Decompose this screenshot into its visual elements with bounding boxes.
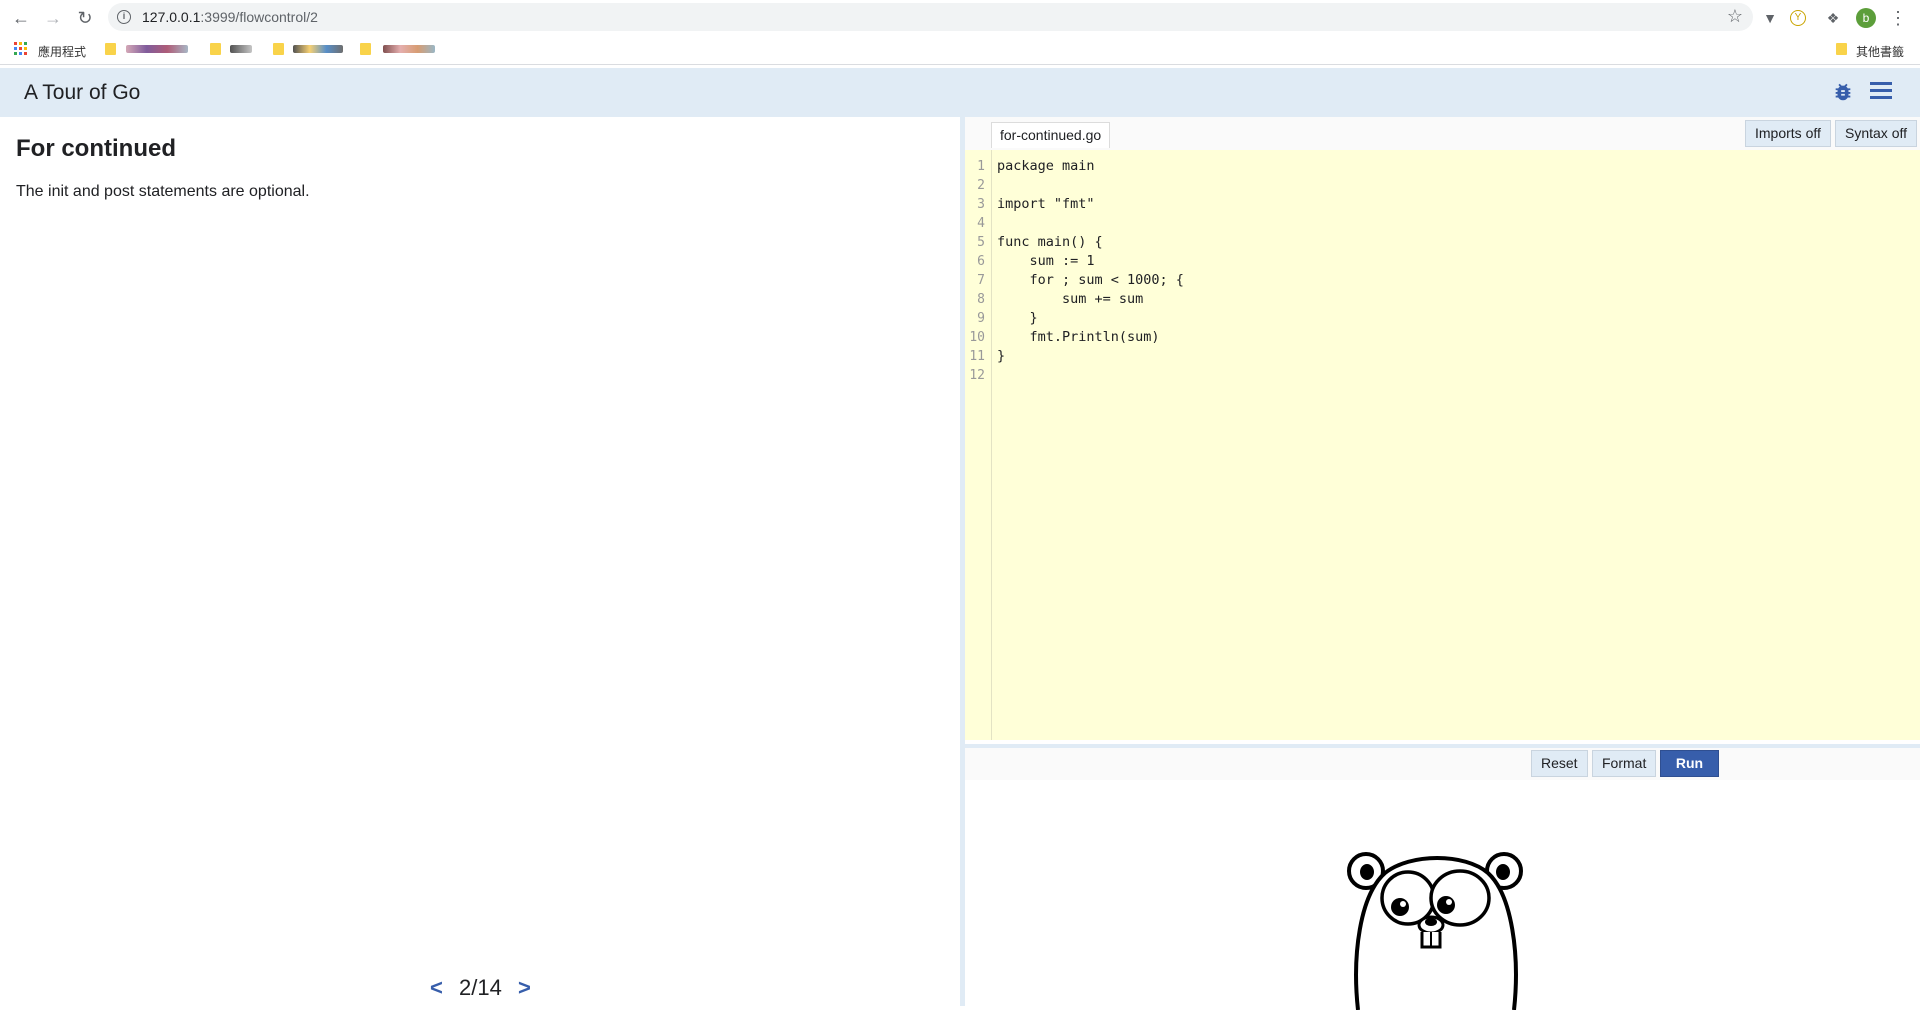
bookmark-folder-icon[interactable] [105, 43, 116, 55]
forward-icon[interactable]: → [41, 6, 65, 30]
line-number: 6 [977, 254, 985, 269]
file-bar: for-continued.go Imports off Syntax off [965, 117, 1920, 150]
format-button[interactable]: Format [1592, 750, 1657, 777]
line-number: 1 [977, 159, 985, 174]
prev-page-button[interactable]: < [430, 975, 443, 1000]
lesson-panel: For continued The init and post statemen… [0, 117, 960, 1006]
profile-avatar[interactable]: b [1856, 8, 1876, 28]
code-line[interactable]: import "fmt" [997, 195, 1184, 214]
code-line[interactable]: func main() { [997, 233, 1184, 252]
output-panel [965, 780, 1920, 1010]
line-number: 11 [969, 349, 985, 364]
run-bar: Reset Format Run [965, 744, 1920, 780]
bookmark-item[interactable] [126, 45, 188, 53]
code-text[interactable]: package main import "fmt" func main() { su… [997, 157, 1184, 385]
url-path: :3999/flowcontrol/2 [200, 9, 318, 25]
page-indicator: 2/14 [458, 975, 502, 1000]
code-line[interactable]: package main [997, 157, 1184, 176]
url-text[interactable]: 127.0.0.1:3999/flowcontrol/2 [142, 9, 318, 25]
line-number: 10 [969, 330, 985, 345]
reload-icon[interactable]: ↻ [73, 6, 97, 30]
line-number: 9 [977, 311, 985, 326]
line-number: 8 [977, 292, 985, 307]
code-line[interactable] [997, 176, 1184, 195]
code-line[interactable]: sum += sum [997, 290, 1184, 309]
line-number: 4 [977, 216, 985, 231]
hamburger-menu-icon[interactable] [1870, 82, 1892, 102]
lesson-pager: < 2/14 > [430, 975, 531, 1001]
lesson-text: The init and post statements are optiona… [16, 183, 310, 200]
apps-bookmark-label[interactable]: 應用程式 [38, 43, 86, 60]
url-host: 127.0.0.1 [142, 9, 201, 25]
site-info-icon[interactable]: i [117, 10, 131, 24]
browser-toolbar: ← → ↻ i 127.0.0.1:3999/flowcontrol/2 ☆ ▼… [0, 0, 1920, 35]
code-line[interactable]: sum := 1 [997, 252, 1184, 271]
extension-v-icon[interactable]: ▼ [1760, 8, 1780, 28]
line-number: 3 [977, 197, 985, 212]
bookmark-item[interactable] [230, 45, 252, 53]
lesson-heading: For continued [16, 135, 176, 162]
bookmark-folder-icon[interactable] [360, 43, 371, 55]
imports-toggle-button[interactable]: Imports off [1745, 120, 1831, 147]
bug-icon[interactable] [1832, 81, 1854, 103]
code-line[interactable] [997, 214, 1184, 233]
code-line[interactable] [997, 366, 1184, 385]
puzzle-icon[interactable]: ❖ [1823, 8, 1843, 28]
run-button[interactable]: Run [1660, 750, 1719, 777]
bookmark-item[interactable] [293, 45, 343, 53]
line-number: 12 [969, 368, 985, 383]
line-number: 5 [977, 235, 985, 250]
reset-button[interactable]: Reset [1531, 750, 1588, 777]
next-page-button[interactable]: > [518, 975, 531, 1000]
gopher-mascot-icon [1347, 852, 1523, 1010]
other-bookmarks-folder-icon[interactable] [1836, 43, 1847, 55]
editor-panel: for-continued.go Imports off Syntax off … [965, 117, 1920, 1010]
code-line[interactable]: } [997, 309, 1184, 328]
code-line[interactable]: } [997, 347, 1184, 366]
apps-grid-icon[interactable] [14, 42, 28, 56]
bookmark-star-icon[interactable]: ☆ [1727, 6, 1743, 27]
bookmark-folder-icon[interactable] [273, 43, 284, 55]
bookmark-folder-icon[interactable] [210, 43, 221, 55]
tour-header: A Tour of Go [0, 68, 1920, 117]
syntax-toggle-button[interactable]: Syntax off [1835, 120, 1918, 147]
line-number: 7 [977, 273, 985, 288]
browser-menu-icon[interactable]: ⋮ [1888, 8, 1908, 28]
bookmarks-bar: 應用程式 其他書籤 [0, 35, 1920, 65]
back-icon[interactable]: ← [9, 6, 33, 30]
file-tab[interactable]: for-continued.go [991, 122, 1111, 148]
code-editor[interactable]: 1 2 3 4 5 6 7 8 9 10 11 12 package main import "fmt"… [965, 150, 1920, 740]
line-number: 2 [977, 178, 985, 193]
extension-y-icon[interactable]: Y [1790, 10, 1806, 26]
other-bookmarks-label[interactable]: 其他書籤 [1856, 43, 1904, 60]
bookmark-item[interactable] [383, 45, 435, 53]
address-bar[interactable]: i 127.0.0.1:3999/flowcontrol/2 ☆ [108, 3, 1753, 31]
line-number-gutter: 1 2 3 4 5 6 7 8 9 10 11 12 [965, 150, 992, 740]
code-line[interactable]: fmt.Println(sum) [997, 328, 1184, 347]
page-title[interactable]: A Tour of Go [24, 81, 140, 105]
code-line[interactable]: for ; sum < 1000; { [997, 271, 1184, 290]
